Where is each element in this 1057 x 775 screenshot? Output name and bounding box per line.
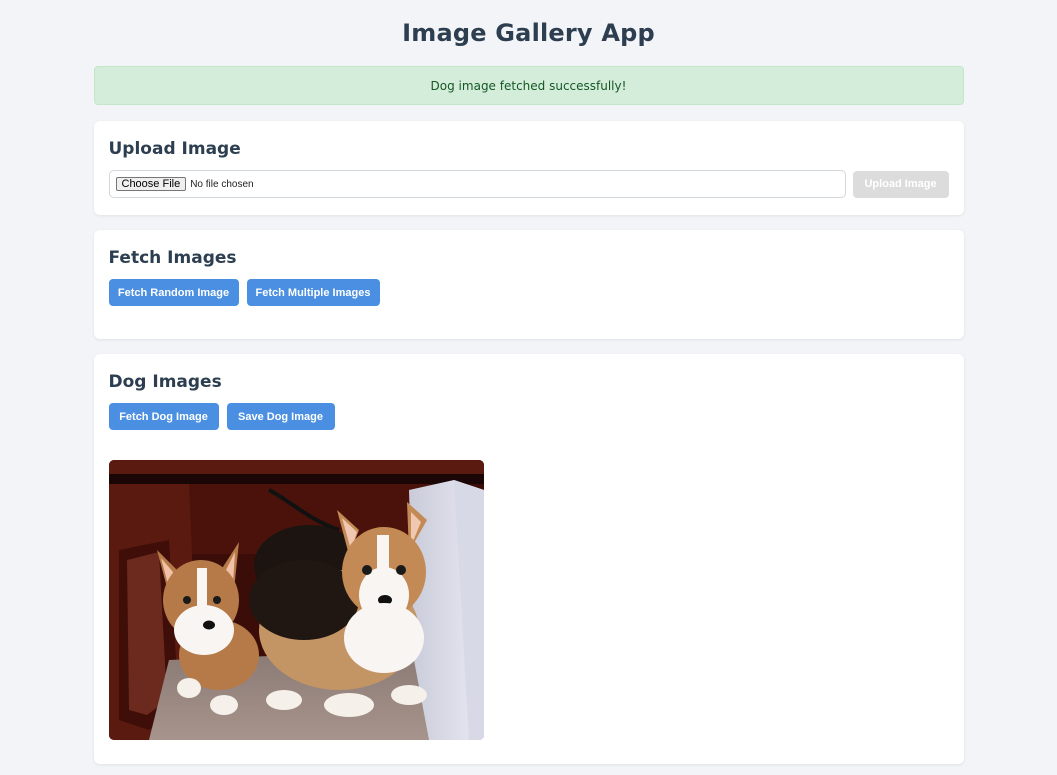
file-input[interactable]: Choose File No file chosen bbox=[108, 170, 846, 198]
page-title: Image Gallery App bbox=[402, 19, 655, 47]
fetch-button-row: Fetch Random Image Fetch Multiple Images bbox=[108, 279, 949, 306]
fetch-card: Fetch Images Fetch Random Image Fetch Mu… bbox=[93, 230, 964, 339]
upload-image-button[interactable]: Upload Image bbox=[852, 170, 949, 198]
dog-heading: Dog Images bbox=[108, 372, 222, 392]
upload-row: Choose File No file chosen Upload Image bbox=[108, 170, 949, 198]
fetch-dog-image-button[interactable]: Fetch Dog Image bbox=[108, 403, 219, 430]
app-container: Image Gallery App Dog image fetched succ… bbox=[93, 0, 964, 764]
dog-card: Dog Images Fetch Dog Image Save Dog Imag… bbox=[93, 354, 964, 764]
file-status: No file chosen bbox=[190, 178, 254, 190]
dog-image bbox=[108, 460, 484, 740]
alert-message: Dog image fetched successfully! bbox=[430, 78, 627, 93]
upload-heading: Upload Image bbox=[108, 139, 241, 159]
choose-file-button[interactable]: Choose File bbox=[115, 177, 187, 191]
fetch-random-image-button[interactable]: Fetch Random Image bbox=[108, 279, 239, 306]
save-dog-image-button[interactable]: Save Dog Image bbox=[226, 403, 335, 430]
upload-card: Upload Image Choose File No file chosen … bbox=[93, 121, 964, 215]
success-alert: Dog image fetched successfully! bbox=[93, 66, 964, 105]
fetch-multiple-images-button[interactable]: Fetch Multiple Images bbox=[246, 279, 380, 306]
dog-button-row: Fetch Dog Image Save Dog Image bbox=[108, 403, 949, 430]
fetch-heading: Fetch Images bbox=[108, 248, 237, 268]
